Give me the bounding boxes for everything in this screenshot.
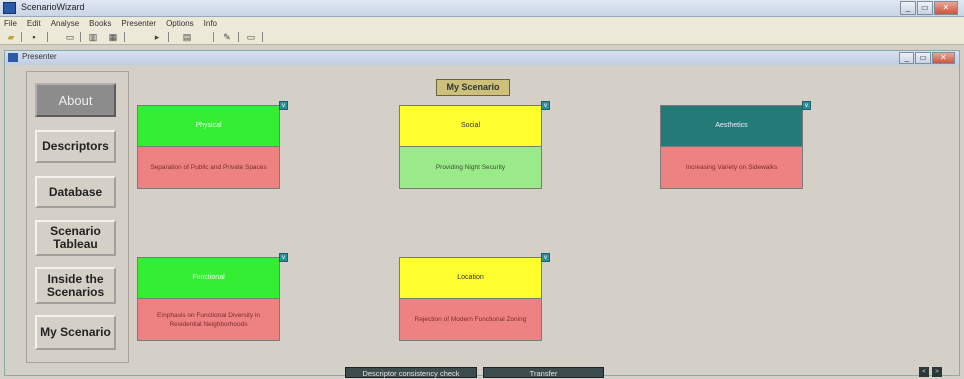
restore-icon[interactable]: ▭ bbox=[916, 1, 933, 15]
toolbar-separator bbox=[168, 32, 169, 42]
next-page-button[interactable]: > bbox=[932, 367, 942, 377]
consistency-check-button[interactable]: Descriptor consistency check bbox=[345, 367, 477, 378]
menu-books[interactable]: Books bbox=[89, 17, 111, 30]
previous-page-button[interactable]: < bbox=[919, 367, 929, 377]
toolbar: ▰ ▪ ▭ ▥ ▦ ▸ ▤ ✎ ▭ bbox=[0, 30, 964, 45]
toolbar-separator bbox=[124, 32, 125, 42]
navigation-panel: About Descriptors Database Scenario Tabl… bbox=[26, 71, 129, 363]
toolbar-separator bbox=[213, 32, 214, 42]
columns-icon[interactable]: ▥ bbox=[86, 31, 100, 43]
chart-icon[interactable]: ▤ bbox=[177, 31, 197, 43]
descriptor-header: Physical bbox=[137, 105, 280, 147]
window-controls: _ ▭ ✕ bbox=[900, 1, 958, 15]
nav-inside-scenarios-button[interactable]: Inside the Scenarios bbox=[35, 267, 116, 304]
menu-analyse[interactable]: Analyse bbox=[51, 17, 79, 30]
dropdown-arrow-icon[interactable]: v bbox=[541, 101, 550, 110]
close-icon[interactable]: ✕ bbox=[931, 52, 955, 64]
menu-edit[interactable]: Edit bbox=[27, 17, 41, 30]
pen-icon[interactable]: ✎ bbox=[220, 31, 234, 43]
minimize-icon[interactable]: _ bbox=[899, 52, 915, 64]
dropdown-arrow-icon[interactable]: v bbox=[279, 253, 288, 262]
descriptor-header: Aesthetics bbox=[660, 105, 803, 147]
open-folder-icon[interactable]: ▰ bbox=[4, 31, 18, 43]
presenter-icon bbox=[8, 53, 18, 62]
window-icon[interactable]: ▭ bbox=[63, 31, 77, 43]
scenario-canvas: My Scenario Physical Separation of Publi… bbox=[129, 65, 959, 378]
toolbar-separator bbox=[262, 32, 263, 42]
menu-options[interactable]: Options bbox=[166, 17, 194, 30]
nav-about-button[interactable]: About bbox=[35, 83, 116, 117]
app-icon bbox=[3, 2, 16, 14]
presenter-window-controls: _ ▭ ✕ bbox=[899, 52, 955, 64]
nav-descriptors-button[interactable]: Descriptors bbox=[35, 130, 116, 163]
grid-icon[interactable]: ▦ bbox=[106, 31, 120, 43]
presenter-title-bar: Presenter _ ▭ ✕ bbox=[5, 51, 959, 65]
descriptor-header: Location bbox=[399, 257, 542, 299]
close-icon[interactable]: ✕ bbox=[933, 1, 958, 15]
dropdown-arrow-icon[interactable]: v bbox=[279, 101, 288, 110]
toolbar-separator bbox=[47, 32, 48, 42]
toolbar-separator bbox=[21, 32, 22, 42]
scenario-title: My Scenario bbox=[436, 79, 510, 96]
save-icon[interactable]: ▪ bbox=[27, 31, 41, 43]
transfer-button[interactable]: Transfer bbox=[483, 367, 604, 378]
app-title: ScenarioWizard bbox=[21, 2, 85, 12]
menu-presenter[interactable]: Presenter bbox=[121, 17, 156, 30]
descriptor-value: Separation of Public and Private Spaces bbox=[137, 147, 280, 189]
descriptor-value: Emphasis on Functional Diversity in Resi… bbox=[137, 299, 280, 341]
descriptor-value: Providing Night Security bbox=[399, 147, 542, 189]
descriptor-header: Social bbox=[399, 105, 542, 147]
dropdown-arrow-icon[interactable]: v bbox=[802, 101, 811, 110]
play-icon[interactable]: ▸ bbox=[150, 31, 164, 43]
descriptor-value: Rejection of Modern Functional Zoning bbox=[399, 299, 542, 341]
nav-my-scenario-button[interactable]: My Scenario bbox=[35, 315, 116, 350]
restore-icon[interactable]: ▭ bbox=[915, 52, 931, 64]
toolbar-separator bbox=[238, 32, 239, 42]
nav-database-button[interactable]: Database bbox=[35, 176, 116, 208]
app-title-bar: ScenarioWizard _ ▭ ✕ bbox=[0, 0, 964, 17]
presenter-title: Presenter bbox=[22, 52, 57, 61]
menu-info[interactable]: Info bbox=[204, 17, 217, 30]
descriptor-header: Functional bbox=[137, 257, 280, 299]
menu-file[interactable]: File bbox=[4, 17, 17, 30]
toolbar-separator bbox=[80, 32, 81, 42]
presenter-window: Presenter _ ▭ ✕ About Descriptors Databa… bbox=[4, 50, 960, 378]
dropdown-arrow-icon[interactable]: v bbox=[541, 253, 550, 262]
descriptor-value: Increasing Variety on Sidewalks bbox=[660, 147, 803, 189]
minimize-icon[interactable]: _ bbox=[900, 1, 916, 15]
nav-scenario-tableau-button[interactable]: Scenario Tableau bbox=[35, 220, 116, 256]
menu-bar: File Edit Analyse Books Presenter Option… bbox=[0, 17, 964, 30]
panel-icon[interactable]: ▭ bbox=[244, 31, 258, 43]
